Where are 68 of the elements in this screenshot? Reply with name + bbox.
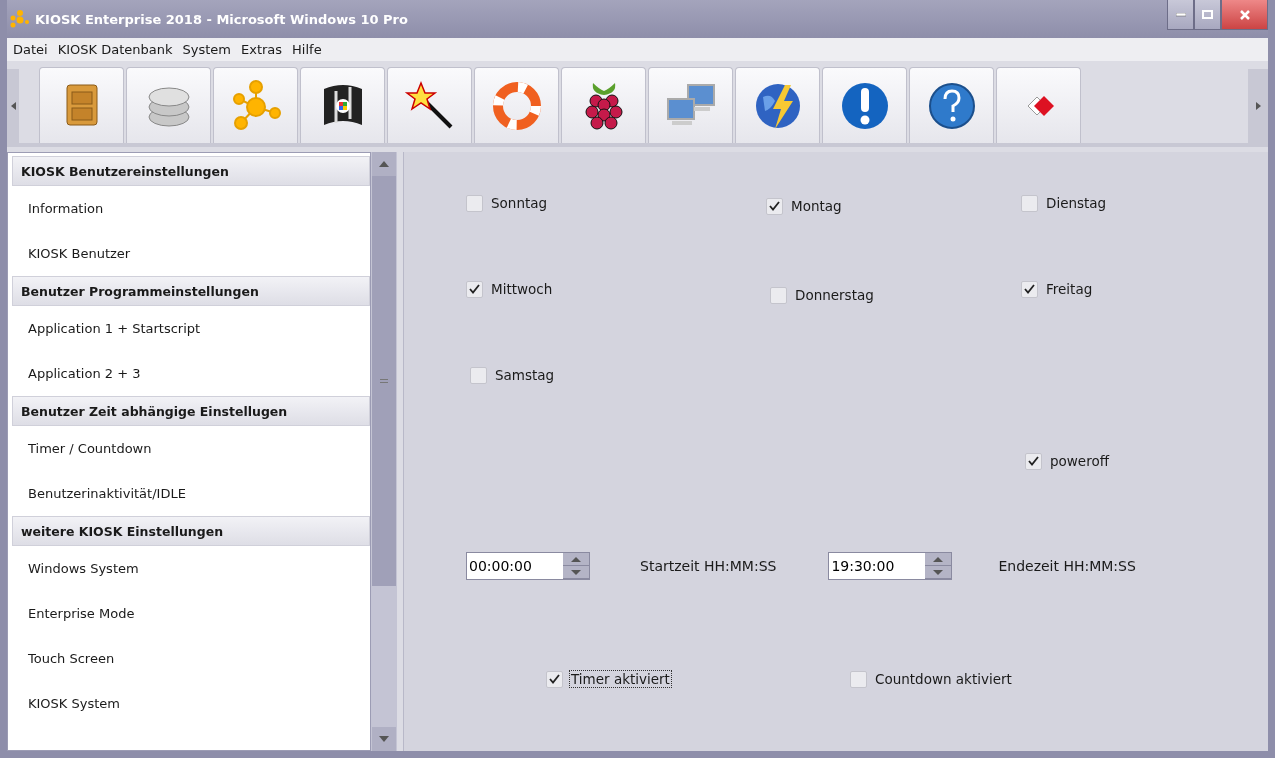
sidebar-item[interactable]: Touch Screen (8, 636, 370, 681)
menu-item[interactable]: Datei (13, 42, 48, 57)
time-input[interactable]: 19:30:00 (829, 553, 926, 579)
sidebar-item[interactable]: Information (8, 186, 370, 231)
molecule-icon (9, 10, 29, 28)
window-title: KIOSK Enterprise 2018 - Microsoft Windows 10 Pro (35, 11, 408, 27)
up-arrow-icon (933, 556, 944, 562)
up-arrow-icon (379, 161, 389, 167)
menu-item[interactable]: KIOSK Datenbank (57, 42, 173, 57)
sidebar-item[interactable]: Windows System (8, 546, 370, 591)
minimize-icon (1175, 12, 1186, 17)
sidebar-item[interactable]: Timer / Countdown (8, 426, 370, 471)
checkbox[interactable]: Freitag (1021, 280, 1097, 298)
checkmark-icon (769, 201, 780, 211)
increment-button[interactable] (563, 553, 589, 566)
left-arrow-icon (10, 102, 16, 110)
up-arrow-icon (571, 556, 581, 562)
field-label: Endezeit HH:MM:SS (998, 558, 1136, 574)
scroll-up-button[interactable] (372, 152, 396, 176)
field-label: Startzeit HH:MM:SS (640, 558, 777, 574)
checkmark-icon (1028, 456, 1039, 466)
menu-item[interactable]: Extras (241, 42, 283, 57)
checkbox[interactable]: Sonntag (466, 194, 552, 212)
checkbox[interactable]: poweroff (1021, 452, 1113, 470)
minimize-button[interactable] (1167, 0, 1194, 30)
sidebar-item[interactable]: KIOSK System (8, 681, 370, 726)
right-arrow-icon (1255, 102, 1261, 110)
toolbar-tab[interactable] (561, 67, 646, 143)
scrollbar-thumb[interactable] (372, 176, 396, 586)
checkbox[interactable]: Samstag (466, 366, 559, 384)
menu-item[interactable]: System (182, 42, 231, 57)
checkbox[interactable]: Countdown aktiviert (850, 670, 1016, 688)
section-header: KIOSK Benutzereinstellungen (12, 156, 370, 186)
checkbox[interactable]: Dienstag (1021, 194, 1111, 212)
section-header: Benutzer Zeit abhängige Einstellugen (12, 396, 370, 426)
scroll-left-button[interactable] (7, 69, 19, 143)
maximize-icon (1202, 10, 1213, 19)
maximize-button[interactable] (1194, 0, 1221, 30)
checkbox[interactable]: Donnerstag (766, 280, 878, 304)
time-input[interactable]: 00:00:00 (467, 553, 563, 579)
time-spinner[interactable]: 19:30:00 (828, 552, 953, 580)
checkmark-icon (469, 284, 480, 294)
sidebar-item[interactable]: KIOSK Benutzer (8, 231, 370, 276)
close-icon (1238, 8, 1251, 21)
scroll-down-button[interactable] (372, 727, 396, 751)
checkmark-icon (1024, 284, 1035, 294)
sidebar-item[interactable]: Benutzerinaktivität/IDLE (8, 471, 370, 516)
section-header: weitere KIOSK Einstellungen (12, 516, 370, 546)
down-arrow-icon (379, 736, 389, 742)
down-arrow-icon (571, 569, 581, 575)
scrollbar[interactable] (371, 152, 397, 751)
sidebar-item[interactable]: Enterprise Mode (8, 591, 370, 636)
down-arrow-icon (933, 569, 944, 575)
checkbox[interactable]: Timer aktiviert (466, 670, 674, 688)
close-button[interactable] (1221, 0, 1268, 30)
sidebar-item[interactable]: Application 1 + Startscript (8, 306, 370, 351)
toolbar-tab[interactable] (300, 67, 385, 143)
decrement-button[interactable] (925, 566, 952, 579)
time-spinner[interactable]: 00:00:00 (466, 552, 590, 580)
increment-button[interactable] (925, 553, 952, 566)
toolbar-tab[interactable] (909, 67, 994, 143)
section-header: Benutzer Programmeinstellungen (12, 276, 370, 306)
checkbox[interactable]: Mittwoch (466, 280, 557, 298)
menu-item[interactable]: Hilfe (292, 42, 322, 57)
sidebar-item[interactable]: Application 2 + 3 (8, 351, 370, 396)
checkbox[interactable]: Montag (766, 194, 846, 215)
decrement-button[interactable] (563, 566, 589, 579)
checkmark-icon (549, 674, 560, 684)
